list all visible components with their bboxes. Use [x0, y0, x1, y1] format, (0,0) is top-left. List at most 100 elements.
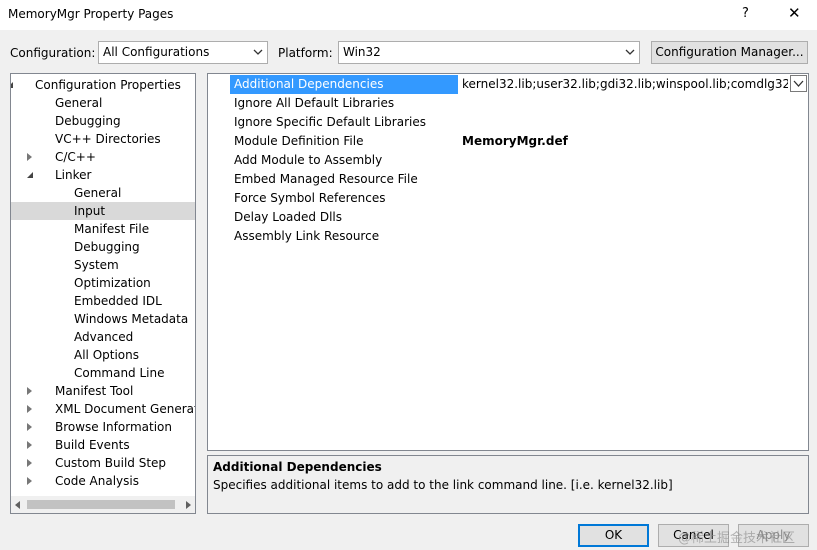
property-row[interactable]: Delay Loaded Dlls: [208, 208, 808, 227]
tree-item[interactable]: Browse Information: [11, 418, 195, 436]
tree-item-label: Build Events: [55, 438, 130, 452]
property-name[interactable]: Assembly Link Resource: [230, 227, 458, 246]
property-value[interactable]: [462, 151, 802, 170]
tree-item-label: General: [55, 96, 103, 110]
collapsed-arrow-icon[interactable]: [27, 153, 32, 161]
tree-item-label: Code Analysis: [55, 474, 139, 488]
tree-item-label: Embedded IDL: [74, 294, 162, 308]
property-row[interactable]: Force Symbol References: [208, 189, 808, 208]
tree-item[interactable]: C/C++: [11, 148, 195, 166]
property-value[interactable]: [462, 208, 802, 227]
property-name[interactable]: Module Definition File: [230, 132, 458, 151]
tree-item[interactable]: Linker: [11, 166, 195, 184]
property-row[interactable]: Assembly Link Resource: [208, 227, 808, 246]
tree-item[interactable]: Code Analysis: [11, 472, 195, 490]
property-value[interactable]: [462, 227, 802, 246]
tree-item[interactable]: All Options: [11, 346, 195, 364]
tree-item[interactable]: General: [11, 94, 195, 112]
property-grid[interactable]: Additional Dependencies kernel32.lib;user…: [207, 73, 809, 451]
platform-dropdown[interactable]: Win32: [338, 41, 640, 64]
chevron-down-icon: [793, 80, 804, 87]
description-text: Specifies additional items to add to the…: [213, 478, 673, 492]
tree-item-label: All Options: [74, 348, 139, 362]
property-name[interactable]: Add Module to Assembly: [230, 151, 458, 170]
property-row[interactable]: Additional Dependencies kernel32.lib;user…: [208, 75, 808, 94]
tree-item[interactable]: Custom Build Step: [11, 454, 195, 472]
property-row[interactable]: Ignore All Default Libraries: [208, 94, 808, 113]
watermark: @稀土掘金技术社区: [678, 531, 796, 546]
collapsed-arrow-icon[interactable]: [27, 477, 32, 485]
property-row[interactable]: Module Definition File MemoryMgr.def: [208, 132, 808, 151]
tree-item-label: General: [74, 186, 122, 200]
expanded-arrow-icon[interactable]: [11, 82, 13, 88]
tree-item-label: Debugging: [55, 114, 121, 128]
tree-item[interactable]: Embedded IDL: [11, 292, 195, 310]
scroll-thumb[interactable]: [27, 500, 175, 509]
configuration-dropdown[interactable]: All Configurations: [98, 41, 268, 64]
property-value[interactable]: MemoryMgr.def: [462, 132, 802, 151]
tree-item-label: System: [74, 258, 119, 272]
ok-button[interactable]: OK: [578, 524, 649, 547]
configuration-manager-button[interactable]: Configuration Manager...: [651, 41, 808, 64]
tree-item[interactable]: System: [11, 256, 195, 274]
value-dropdown-button[interactable]: [790, 75, 807, 92]
tree-item-label: Debugging: [74, 240, 140, 254]
tree-item[interactable]: Optimization: [11, 274, 195, 292]
tree-item-label: Custom Build Step: [55, 456, 167, 470]
tree-item-label: Manifest Tool: [55, 384, 134, 398]
tree-horizontal-scrollbar[interactable]: [11, 496, 195, 513]
collapsed-arrow-icon[interactable]: [27, 459, 32, 467]
property-name[interactable]: Additional Dependencies: [230, 75, 458, 94]
tree-item-label: Browse Information: [55, 420, 172, 434]
property-row[interactable]: Embed Managed Resource File: [208, 170, 808, 189]
description-pane: Additional Dependencies Specifies additi…: [207, 455, 809, 514]
tree-item[interactable]: Debugging: [11, 112, 195, 130]
property-tree[interactable]: Configuration Properties General Debugging…: [10, 73, 196, 514]
property-row[interactable]: Add Module to Assembly: [208, 151, 808, 170]
collapsed-arrow-icon[interactable]: [27, 405, 32, 413]
tree-item[interactable]: General: [11, 184, 195, 202]
property-value[interactable]: [462, 94, 802, 113]
tree-item[interactable]: Debugging: [11, 238, 195, 256]
title-bar: MemoryMgr Property Pages ? ✕: [0, 0, 817, 30]
scroll-left-icon[interactable]: [15, 501, 20, 509]
tree-item[interactable]: Build Events: [11, 436, 195, 454]
tree-item-label: XML Document Generator: [55, 402, 196, 416]
property-name[interactable]: Delay Loaded Dlls: [230, 208, 458, 227]
collapsed-arrow-icon[interactable]: [27, 441, 32, 449]
property-value[interactable]: [462, 113, 802, 132]
configuration-label: Configuration:: [10, 46, 96, 60]
scroll-right-icon[interactable]: [186, 501, 191, 509]
platform-value: Win32: [343, 45, 381, 59]
property-name[interactable]: Embed Managed Resource File: [230, 170, 458, 189]
tree-item-label: Advanced: [74, 330, 134, 344]
property-name[interactable]: Force Symbol References: [230, 189, 458, 208]
help-button[interactable]: ?: [742, 6, 749, 21]
collapsed-arrow-icon[interactable]: [27, 423, 32, 431]
tree-item[interactable]: XML Document Generator: [11, 400, 195, 418]
tree-item[interactable]: Windows Metadata: [11, 310, 195, 328]
tree-item[interactable]: Configuration Properties: [11, 76, 195, 94]
expanded-arrow-icon[interactable]: [27, 172, 33, 178]
tree-item[interactable]: Manifest Tool: [11, 382, 195, 400]
property-value[interactable]: [462, 189, 802, 208]
tree-item-label: C/C++: [55, 150, 96, 164]
tree-item-label: Manifest File: [74, 222, 150, 236]
chevron-down-icon: [625, 49, 635, 55]
property-value[interactable]: kernel32.lib;user32.lib;gdi32.lib;winspo…: [462, 75, 788, 94]
property-value[interactable]: [462, 170, 802, 189]
tree-item-label: Command Line: [74, 366, 165, 380]
property-row[interactable]: Ignore Specific Default Libraries: [208, 113, 808, 132]
property-name[interactable]: Ignore Specific Default Libraries: [230, 113, 458, 132]
collapsed-arrow-icon[interactable]: [27, 387, 32, 395]
tree-item[interactable]: Command Line: [11, 364, 195, 382]
property-name[interactable]: Ignore All Default Libraries: [230, 94, 458, 113]
tree-item[interactable]: Manifest File: [11, 220, 195, 238]
tree-item-label: Linker: [55, 168, 92, 182]
tree-item-label: Windows Metadata: [74, 312, 189, 326]
close-button[interactable]: ✕: [788, 4, 801, 22]
tree-item[interactable]: Advanced: [11, 328, 195, 346]
tree-item[interactable]: VC++ Directories: [11, 130, 195, 148]
tree-item[interactable]: Input: [11, 202, 195, 220]
chevron-down-icon: [253, 49, 263, 55]
